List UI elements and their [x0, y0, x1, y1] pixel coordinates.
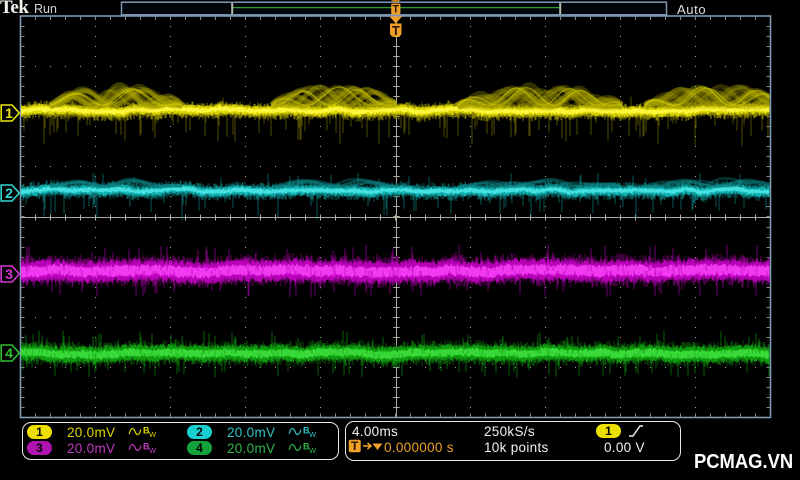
svg-text:W: W	[309, 446, 316, 455]
svg-text:3: 3	[5, 266, 13, 282]
svg-text:2: 2	[5, 185, 13, 201]
svg-text:T: T	[392, 4, 399, 16]
svg-text:T: T	[392, 23, 400, 38]
svg-text:T: T	[351, 439, 359, 453]
svg-text:W: W	[149, 430, 156, 439]
svg-text:4: 4	[5, 345, 13, 361]
svg-text:W: W	[309, 430, 316, 439]
svg-text:W: W	[149, 446, 156, 455]
svg-text:1: 1	[5, 105, 13, 121]
